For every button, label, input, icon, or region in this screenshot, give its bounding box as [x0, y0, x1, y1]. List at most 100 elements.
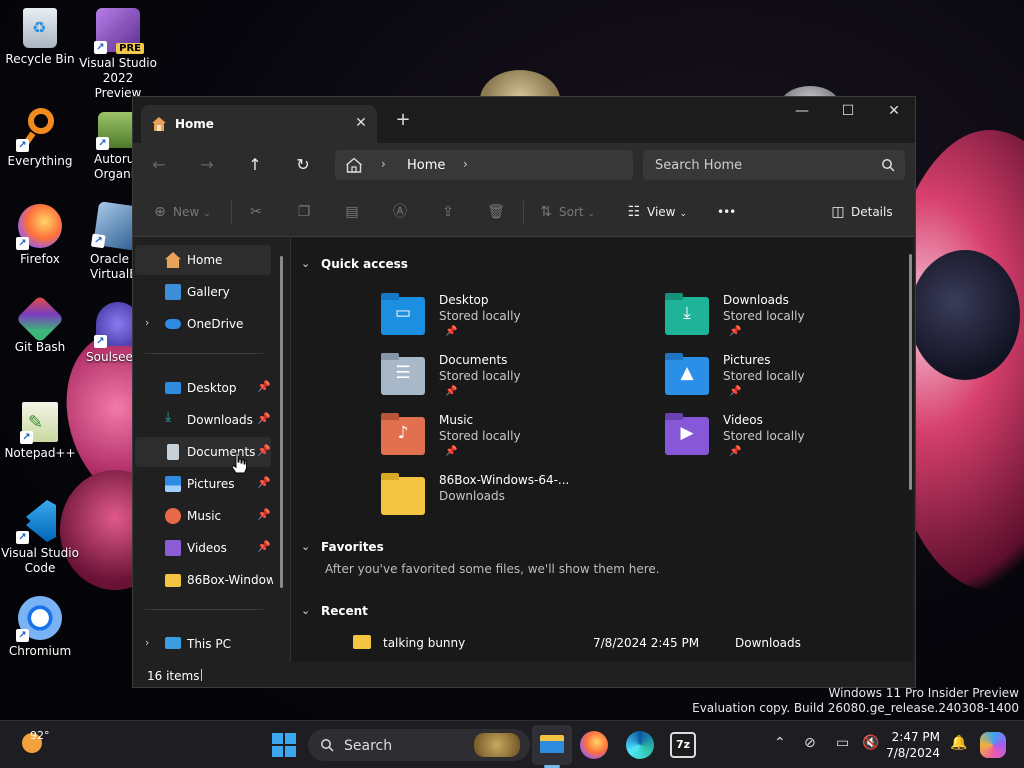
chevron-down-icon: ⌄ — [301, 540, 311, 553]
shortcut-arrow-icon: ↗ — [94, 41, 107, 54]
new-button[interactable]: ⊕ New ⌄ — [151, 200, 211, 224]
back-button[interactable]: ← — [145, 152, 173, 178]
status-bar: 16 items — [133, 663, 915, 687]
home-icon — [165, 252, 181, 268]
quick-access-item-86box[interactable]: 86Box-Windows-64-... Downloads — [381, 473, 641, 529]
file-explorer-taskbar-button[interactable] — [532, 725, 572, 765]
delete-button[interactable]: 🗑 — [487, 200, 509, 224]
breadcrumb-separator-icon[interactable]: › — [463, 157, 468, 171]
recent-header[interactable]: ⌄ Recent — [301, 604, 368, 618]
share-button[interactable]: ⇪ — [439, 200, 461, 224]
pin-icon: 📌 — [729, 386, 742, 397]
shortcut-arrow-icon: ↗ — [94, 335, 107, 348]
nav-item-downloads[interactable]: ⤓ Downloads 📌 — [135, 405, 271, 435]
quick-access-item-music[interactable]: ♪ Music Stored locally 📌 — [381, 413, 641, 469]
nav-item-home[interactable]: Home — [135, 245, 271, 275]
nav-item-documents[interactable]: Documents 📌 — [135, 437, 271, 467]
folder-icon — [353, 635, 371, 649]
details-pane-button[interactable]: ◫ Details — [829, 200, 892, 224]
favorites-header[interactable]: ⌄ Favorites — [301, 540, 384, 554]
new-tab-button[interactable]: + — [391, 109, 415, 133]
wallpaper-shape — [910, 250, 1020, 380]
firefox-taskbar-icon[interactable] — [580, 731, 608, 759]
content-scrollbar[interactable] — [909, 254, 912, 490]
pin-icon: 📌 — [445, 386, 458, 397]
search-icon — [882, 159, 895, 172]
minimize-button[interactable]: — — [779, 97, 825, 127]
navigation-bar: ← → ↑ ↻ › Home › Search Home — [133, 143, 915, 187]
desktop-icon-visual-studio-2022-preview[interactable]: PRE ↗ Visual Studio 2022 Preview — [78, 8, 158, 101]
clipboard-icon: ▤ — [345, 204, 359, 220]
edge-taskbar-icon[interactable] — [626, 731, 654, 759]
nav-item-86box-windows[interactable]: 86Box-Windows — [135, 565, 273, 595]
cut-button[interactable]: ✂ — [247, 200, 269, 224]
quick-access-item-videos[interactable]: ▶ Videos Stored locally 📌 — [665, 413, 913, 469]
nav-item-this-pc[interactable]: › This PC — [135, 629, 271, 659]
command-bar: ⊕ New ⌄ ✂ ❐ ▤ Ⓐ ⇪ 🗑 ⇅ Sort ⌄ ☷ View ⌄ ••• ◫ Det… — [133, 187, 915, 237]
desktop-icon-everything[interactable]: ↗ Everything — [0, 106, 80, 169]
desktop-icon-visual-studio-code[interactable]: ↗ Visual Studio Code — [0, 498, 80, 576]
7zip-taskbar-icon[interactable]: 7z — [670, 732, 696, 758]
copy-button[interactable]: ❐ — [295, 200, 317, 224]
forward-button[interactable]: → — [193, 152, 221, 178]
maximize-button[interactable]: ☐ — [825, 97, 871, 127]
expand-chevron-icon[interactable]: › — [145, 636, 149, 649]
expand-chevron-icon[interactable]: › — [145, 316, 149, 329]
notification-bell-icon[interactable]: 🔔 — [950, 735, 967, 751]
pin-icon: 📌 — [257, 476, 271, 489]
recent-item[interactable]: talking bunny 7/8/2024 2:45 PM Downloads — [353, 632, 873, 656]
desktop-icon-notepad-plus-plus[interactable]: ✎ ↗ Notepad++ — [0, 402, 80, 461]
up-button[interactable]: ↑ — [241, 152, 269, 178]
shortcut-arrow-icon: ↗ — [16, 237, 29, 250]
nav-item-desktop[interactable]: Desktop 📌 — [135, 373, 271, 403]
network-disconnected-icon[interactable]: ⊘ — [804, 735, 816, 751]
view-button[interactable]: ☷ View ⌄ — [625, 200, 687, 224]
shortcut-arrow-icon: ↗ — [90, 233, 106, 249]
file-explorer-window[interactable]: Home ✕ + — ☐ ✕ ← → ↑ ↻ › Home › Search H… — [132, 96, 916, 688]
desktop-icon-git-bash[interactable]: Git Bash — [0, 294, 80, 355]
more-options-button[interactable]: ••• — [717, 200, 736, 224]
tab-home[interactable]: Home ✕ — [141, 105, 377, 143]
nav-item-pictures[interactable]: Pictures 📌 — [135, 469, 271, 499]
document-icon — [167, 444, 179, 460]
refresh-button[interactable]: ↻ — [289, 152, 317, 178]
breadcrumb-home[interactable]: Home — [407, 158, 445, 173]
pin-icon: 📌 — [445, 326, 458, 337]
start-button[interactable] — [268, 729, 300, 761]
chevron-down-icon: ⌄ — [301, 604, 311, 617]
volume-muted-icon[interactable]: 🔇 — [862, 735, 879, 751]
desktop-icon-recycle-bin[interactable]: ♻ Recycle Bin — [0, 8, 80, 67]
rename-icon: Ⓐ — [393, 204, 407, 220]
close-window-button[interactable]: ✕ — [871, 97, 917, 127]
copilot-icon[interactable] — [980, 732, 1006, 758]
desktop-icon-chromium[interactable]: ↗ Chromium — [0, 596, 80, 659]
search-icon — [321, 739, 334, 752]
search-box[interactable]: Search Home — [643, 150, 905, 180]
content-area: ⌄ Quick access ▭ Desktop Stored locally … — [291, 238, 913, 662]
close-tab-button[interactable]: ✕ — [351, 113, 371, 133]
quick-access-item-desktop[interactable]: ▭ Desktop Stored locally 📌 — [381, 293, 641, 349]
home-icon — [152, 117, 166, 131]
title-bar[interactable]: Home ✕ + — ☐ ✕ — [133, 97, 915, 143]
sort-button[interactable]: ⇅ Sort ⌄ — [537, 200, 595, 224]
nav-item-onedrive[interactable]: › OneDrive — [135, 309, 271, 339]
visual-studio-icon: PRE ↗ — [94, 8, 144, 54]
taskbar-search[interactable]: Search — [308, 729, 530, 761]
show-hidden-icons-button[interactable]: ⌃ — [774, 735, 786, 751]
paste-button[interactable]: ▤ — [343, 200, 365, 224]
nav-pane-scrollbar[interactable] — [280, 256, 283, 588]
quick-access-item-pictures[interactable]: ▲ Pictures Stored locally 📌 — [665, 353, 913, 409]
divider — [523, 201, 524, 225]
nav-item-music[interactable]: Music 📌 — [135, 501, 271, 531]
desktop-icon-firefox[interactable]: ↗ Firefox — [0, 204, 80, 267]
quick-access-item-documents[interactable]: ☰ Documents Stored locally 📌 — [381, 353, 641, 409]
nav-item-gallery[interactable]: Gallery — [135, 277, 271, 307]
search-placeholder: Search Home — [655, 158, 743, 173]
rename-button[interactable]: Ⓐ — [391, 200, 413, 224]
address-bar[interactable]: › Home › — [335, 150, 633, 180]
system-clock[interactable]: 2:47 PM 7/8/2024 — [884, 729, 940, 761]
quick-access-item-downloads[interactable]: ⤓ Downloads Stored locally 📌 — [665, 293, 913, 349]
display-icon[interactable]: ▭ — [836, 735, 849, 751]
nav-item-videos[interactable]: Videos 📌 — [135, 533, 271, 563]
quick-access-header[interactable]: ⌄ Quick access — [301, 257, 408, 271]
